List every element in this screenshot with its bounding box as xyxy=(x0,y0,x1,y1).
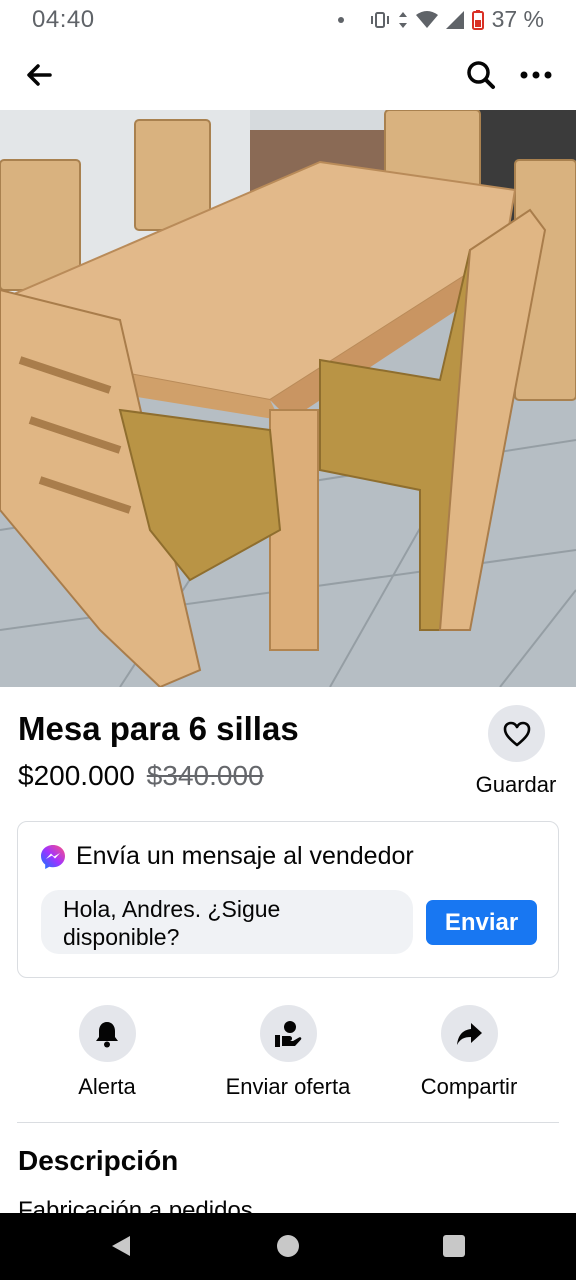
status-time: 04:40 xyxy=(32,6,95,33)
listing-title: Mesa para 6 sillas xyxy=(18,710,299,747)
search-icon xyxy=(467,61,495,89)
message-header: Envía un mensaje al vendedor xyxy=(40,842,414,871)
offer-icon xyxy=(275,1020,302,1047)
original-price: $340.000 xyxy=(146,760,264,791)
notification-dot-icon xyxy=(337,16,344,23)
system-nav-bar xyxy=(0,1213,576,1280)
back-arrow-icon xyxy=(27,64,52,86)
status-icons: 37 % xyxy=(337,6,544,33)
heart-icon xyxy=(503,721,530,746)
share-icon xyxy=(457,1022,482,1045)
offer-action[interactable]: Enviar oferta xyxy=(203,1005,373,1100)
share-action[interactable]: Compartir xyxy=(384,1005,554,1100)
nav-recents-icon[interactable] xyxy=(443,1235,465,1257)
current-price: $200.000 xyxy=(18,760,135,791)
listing-photo[interactable] xyxy=(0,110,576,687)
section-divider xyxy=(17,1122,559,1123)
nav-home-icon[interactable] xyxy=(277,1235,299,1257)
alert-action[interactable]: Alerta xyxy=(22,1005,192,1100)
message-seller-card: Envía un mensaje al vendedor Hola, Andre… xyxy=(17,821,559,978)
share-label: Compartir xyxy=(420,1074,518,1099)
data-arrows-icon xyxy=(398,11,407,28)
offer-button[interactable] xyxy=(259,1005,317,1062)
battery-percent: 37 % xyxy=(491,6,544,32)
message-title: Envía un mensaje al vendedor xyxy=(76,842,414,870)
nav-back-icon[interactable] xyxy=(108,1233,134,1259)
table-chairs-image xyxy=(0,110,576,687)
description-title: Descripción xyxy=(18,1145,179,1176)
app-bar xyxy=(0,40,576,110)
message-input[interactable]: Hola, Andres. ¿Sigue disponible? xyxy=(41,890,413,954)
send-button[interactable]: Enviar xyxy=(426,900,537,945)
wifi-icon xyxy=(415,10,438,28)
signal-icon xyxy=(445,10,464,29)
bell-icon xyxy=(96,1021,118,1047)
battery-icon xyxy=(471,9,484,30)
more-options-button[interactable] xyxy=(514,54,558,96)
alert-label: Alerta xyxy=(78,1074,136,1099)
actions-row: Alerta Enviar oferta Compartir xyxy=(0,1005,576,1115)
price-row: $200.000 $340.000 xyxy=(18,760,264,792)
offer-label: Enviar oferta xyxy=(225,1074,351,1099)
search-button[interactable] xyxy=(460,54,502,96)
status-bar: 04:40 37 % xyxy=(0,0,576,40)
more-dots-icon xyxy=(520,71,552,79)
messenger-icon xyxy=(41,844,65,869)
save-label[interactable]: Guardar xyxy=(466,772,566,798)
back-button[interactable] xyxy=(18,54,60,96)
alert-button[interactable] xyxy=(78,1005,136,1062)
vibrate-icon xyxy=(370,11,389,28)
save-button[interactable] xyxy=(488,705,545,762)
share-button[interactable] xyxy=(440,1005,498,1062)
